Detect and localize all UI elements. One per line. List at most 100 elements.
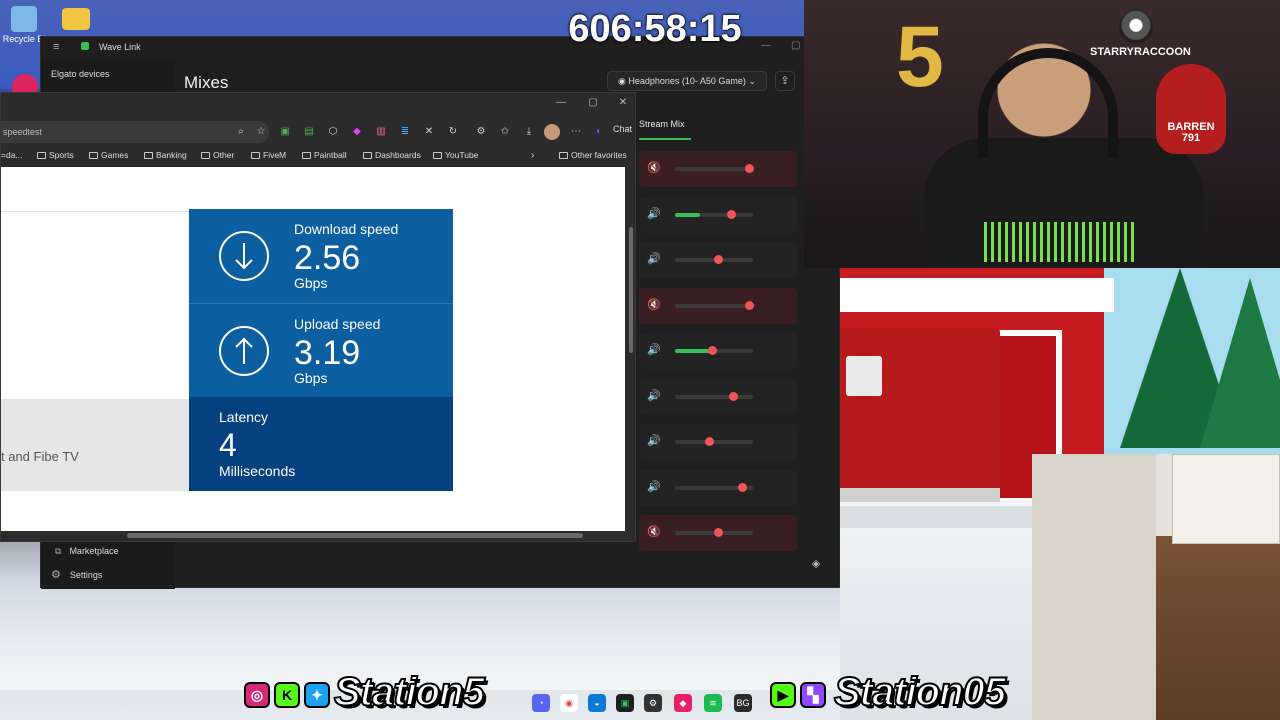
bookmarks-bar: =da... Sports Games Banking Other FiveM Paint… xyxy=(1,147,635,165)
stream-scene xyxy=(840,268,1280,720)
volume-slider[interactable] xyxy=(675,437,753,446)
horizontal-scrollbar[interactable] xyxy=(127,533,583,538)
bookmark-folder[interactable]: Dashboards xyxy=(363,150,421,160)
volume-slider[interactable] xyxy=(675,210,753,219)
upload-unit: Gbps xyxy=(294,370,328,386)
wave-maximize-button[interactable]: ▢ xyxy=(791,40,800,51)
folder-icon xyxy=(302,152,311,159)
play-icon: ▶ xyxy=(770,682,796,708)
speaker-muted-icon[interactable]: 🔇 xyxy=(647,161,661,174)
firehouse-roof xyxy=(840,278,1114,312)
fire-truck xyxy=(840,328,1000,502)
left-handle: Station5 xyxy=(333,669,486,715)
arrow-down-icon xyxy=(219,231,269,281)
browser-close-button[interactable]: ✕ xyxy=(613,97,633,108)
scrollbar-thumb[interactable] xyxy=(629,227,633,353)
settings-icon[interactable]: ⚙ xyxy=(473,124,489,140)
address-bar[interactable]: speedtest xyxy=(1,121,269,143)
edge-icon: ◒ xyxy=(588,694,606,712)
extension-icon[interactable]: ≣ xyxy=(397,124,413,140)
slider-knob[interactable] xyxy=(727,210,737,219)
side-text: t and Fibe TV xyxy=(1,449,79,464)
bookmark-folder[interactable]: FiveM xyxy=(251,150,286,160)
wave-minimize-button[interactable]: — xyxy=(761,40,771,51)
volume-slider[interactable] xyxy=(675,392,753,401)
bookmark-overflow[interactable]: =da... xyxy=(1,150,23,160)
recycle-bin-icon xyxy=(11,6,37,32)
slider-knob[interactable] xyxy=(713,528,723,537)
channel-row: 🔊 xyxy=(639,379,797,415)
speaker-icon[interactable]: 🔊 xyxy=(647,207,661,220)
slider-knob[interactable] xyxy=(704,437,714,446)
speaker-icon[interactable]: 🔊 xyxy=(647,389,661,402)
bookmark-other-favorites[interactable]: Other favorites xyxy=(559,150,627,160)
copilot-icon[interactable]: ◐ xyxy=(591,124,607,140)
extension-icon[interactable]: ▥ xyxy=(373,124,389,140)
bookmark-folder[interactable]: Paintball xyxy=(302,150,347,160)
speaker-icon[interactable]: 🔊 xyxy=(647,434,661,447)
browser-maximize-button[interactable]: ▢ xyxy=(583,97,603,108)
chevron-right-icon[interactable]: › xyxy=(531,150,534,161)
bookmark-folder[interactable]: YouTube xyxy=(433,150,478,160)
output-device-label: Headphones (10- A50 Game) xyxy=(628,76,746,86)
slider-knob[interactable] xyxy=(713,255,723,264)
more-options-icon[interactable]: ⋯ xyxy=(568,124,584,140)
folder-shortcut[interactable] xyxy=(54,8,98,32)
volume-slider[interactable] xyxy=(675,528,753,537)
bookmark-label: YouTube xyxy=(445,150,479,160)
layers-icon[interactable]: ◈ xyxy=(807,557,825,575)
truck-bumper xyxy=(840,488,1000,502)
search-icon[interactable]: ⌕ xyxy=(233,124,249,140)
download-icon[interactable]: ⤓ xyxy=(521,124,537,140)
bookmark-folder[interactable]: Sports xyxy=(37,150,74,160)
vertical-scrollbar[interactable] xyxy=(627,167,635,531)
barren-logo: BARREN 791 xyxy=(1156,64,1226,154)
volume-slider[interactable] xyxy=(675,301,755,310)
sidebar-item-marketplace[interactable]: ⧉ Marketplace xyxy=(55,541,118,559)
slider-knob[interactable] xyxy=(738,483,748,492)
kitchen-fridge xyxy=(1032,454,1156,720)
hamburger-menu-icon[interactable]: ≡ xyxy=(53,41,59,53)
bookmark-folder[interactable]: Other xyxy=(201,150,234,160)
stream-timer: 606:58:15 xyxy=(568,8,742,50)
favorite-star-icon[interactable]: ☆ xyxy=(253,124,269,140)
volume-slider[interactable] xyxy=(675,346,753,355)
folder-icon xyxy=(201,152,210,159)
sidebar-item-settings[interactable]: ⚙ Settings xyxy=(51,565,102,583)
speaker-muted-icon[interactable]: 🔇 xyxy=(647,525,661,538)
bookmark-folder[interactable]: Games xyxy=(89,150,128,160)
barren-number: 791 xyxy=(1181,132,1201,144)
slider-knob[interactable] xyxy=(728,392,738,401)
speaker-muted-icon[interactable]: 🔇 xyxy=(647,298,661,311)
share-icon[interactable]: ⇪ xyxy=(775,71,795,91)
volume-slider[interactable] xyxy=(675,164,755,173)
extension-icon[interactable]: ▣ xyxy=(277,124,293,140)
favorites-icon[interactable]: ✩ xyxy=(497,124,513,140)
mute-tab-icon[interactable]: ✕ xyxy=(421,124,437,140)
speaker-icon[interactable]: 🔊 xyxy=(647,480,661,493)
slider-knob[interactable] xyxy=(745,164,755,173)
browser-minimize-button[interactable]: — xyxy=(551,97,571,108)
extension-icon[interactable]: ▤ xyxy=(301,124,317,140)
extension-icon[interactable]: ◆ xyxy=(349,124,365,140)
stream-mix-header[interactable]: Stream Mix xyxy=(639,119,797,141)
wave-link-tray-icon: ▣ xyxy=(616,694,634,712)
kick-icon: K xyxy=(274,682,300,708)
profile-avatar[interactable] xyxy=(544,124,560,140)
settings-tray-icon: ⚙ xyxy=(644,694,662,712)
page-content: t and Fibe TV Download speed 2.56 Gbps U… xyxy=(1,167,625,531)
webcam-feed: 5 STARRYRACCOON BARREN 791 xyxy=(804,0,1280,268)
chat-button[interactable]: Chat xyxy=(613,124,632,134)
volume-slider[interactable] xyxy=(675,255,753,264)
shield-icon[interactable]: ⬡ xyxy=(325,124,341,140)
bookmark-folder[interactable]: Banking xyxy=(144,150,187,160)
speaker-icon[interactable]: 🔊 xyxy=(647,343,661,356)
slider-knob[interactable] xyxy=(745,301,755,310)
truck-window xyxy=(846,356,882,396)
speaker-icon[interactable]: 🔊 xyxy=(647,252,661,265)
volume-slider[interactable] xyxy=(675,483,753,492)
output-device-select[interactable]: ◉ Headphones (10- A50 Game) ⌄ xyxy=(607,71,767,91)
refresh-icon[interactable]: ↻ xyxy=(445,124,461,140)
sidebar-heading: Elgato devices xyxy=(51,69,110,79)
slider-knob[interactable] xyxy=(708,346,718,355)
